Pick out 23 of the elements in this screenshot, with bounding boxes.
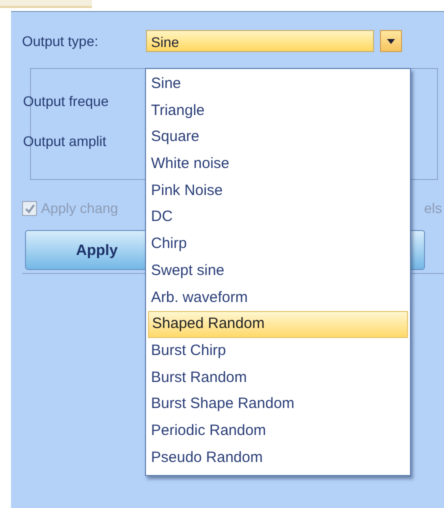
dropdown-option[interactable]: Square xyxy=(148,124,408,152)
frequency-label: Output freque xyxy=(23,93,109,109)
dropdown-option[interactable]: White noise xyxy=(148,151,408,178)
dropdown-option[interactable]: Triangle xyxy=(148,98,408,124)
dropdown-option[interactable]: Burst Shape Random xyxy=(148,391,408,418)
dropdown-option[interactable]: Arb. waveform xyxy=(148,284,408,312)
dropdown-option[interactable]: Pseudo Random xyxy=(148,444,408,472)
output-type-dropdown[interactable]: Sine xyxy=(146,30,374,52)
dropdown-option[interactable]: Pink Noise xyxy=(148,178,408,204)
amplitude-label: Output amplit xyxy=(23,133,106,149)
dropdown-option[interactable]: Swept sine xyxy=(148,258,408,284)
apply-changes-label-end: els xyxy=(424,200,442,216)
dropdown-option[interactable]: Burst Random xyxy=(148,364,408,392)
dropdown-option[interactable]: Chirp xyxy=(148,231,408,258)
dropdown-option[interactable]: Sine xyxy=(148,71,408,98)
dropdown-option[interactable]: Burst Chirp xyxy=(148,338,408,365)
dropdown-option[interactable]: Periodic Random xyxy=(148,418,408,445)
caret-icon xyxy=(387,38,395,44)
output-type-label: Output type: xyxy=(22,33,100,49)
dropdown-option[interactable]: DC xyxy=(148,204,408,232)
dropdown-option[interactable]: Shaped Random xyxy=(148,311,408,338)
apply-changes-label: Apply chang xyxy=(41,200,118,216)
dropdown-button[interactable] xyxy=(380,30,402,52)
